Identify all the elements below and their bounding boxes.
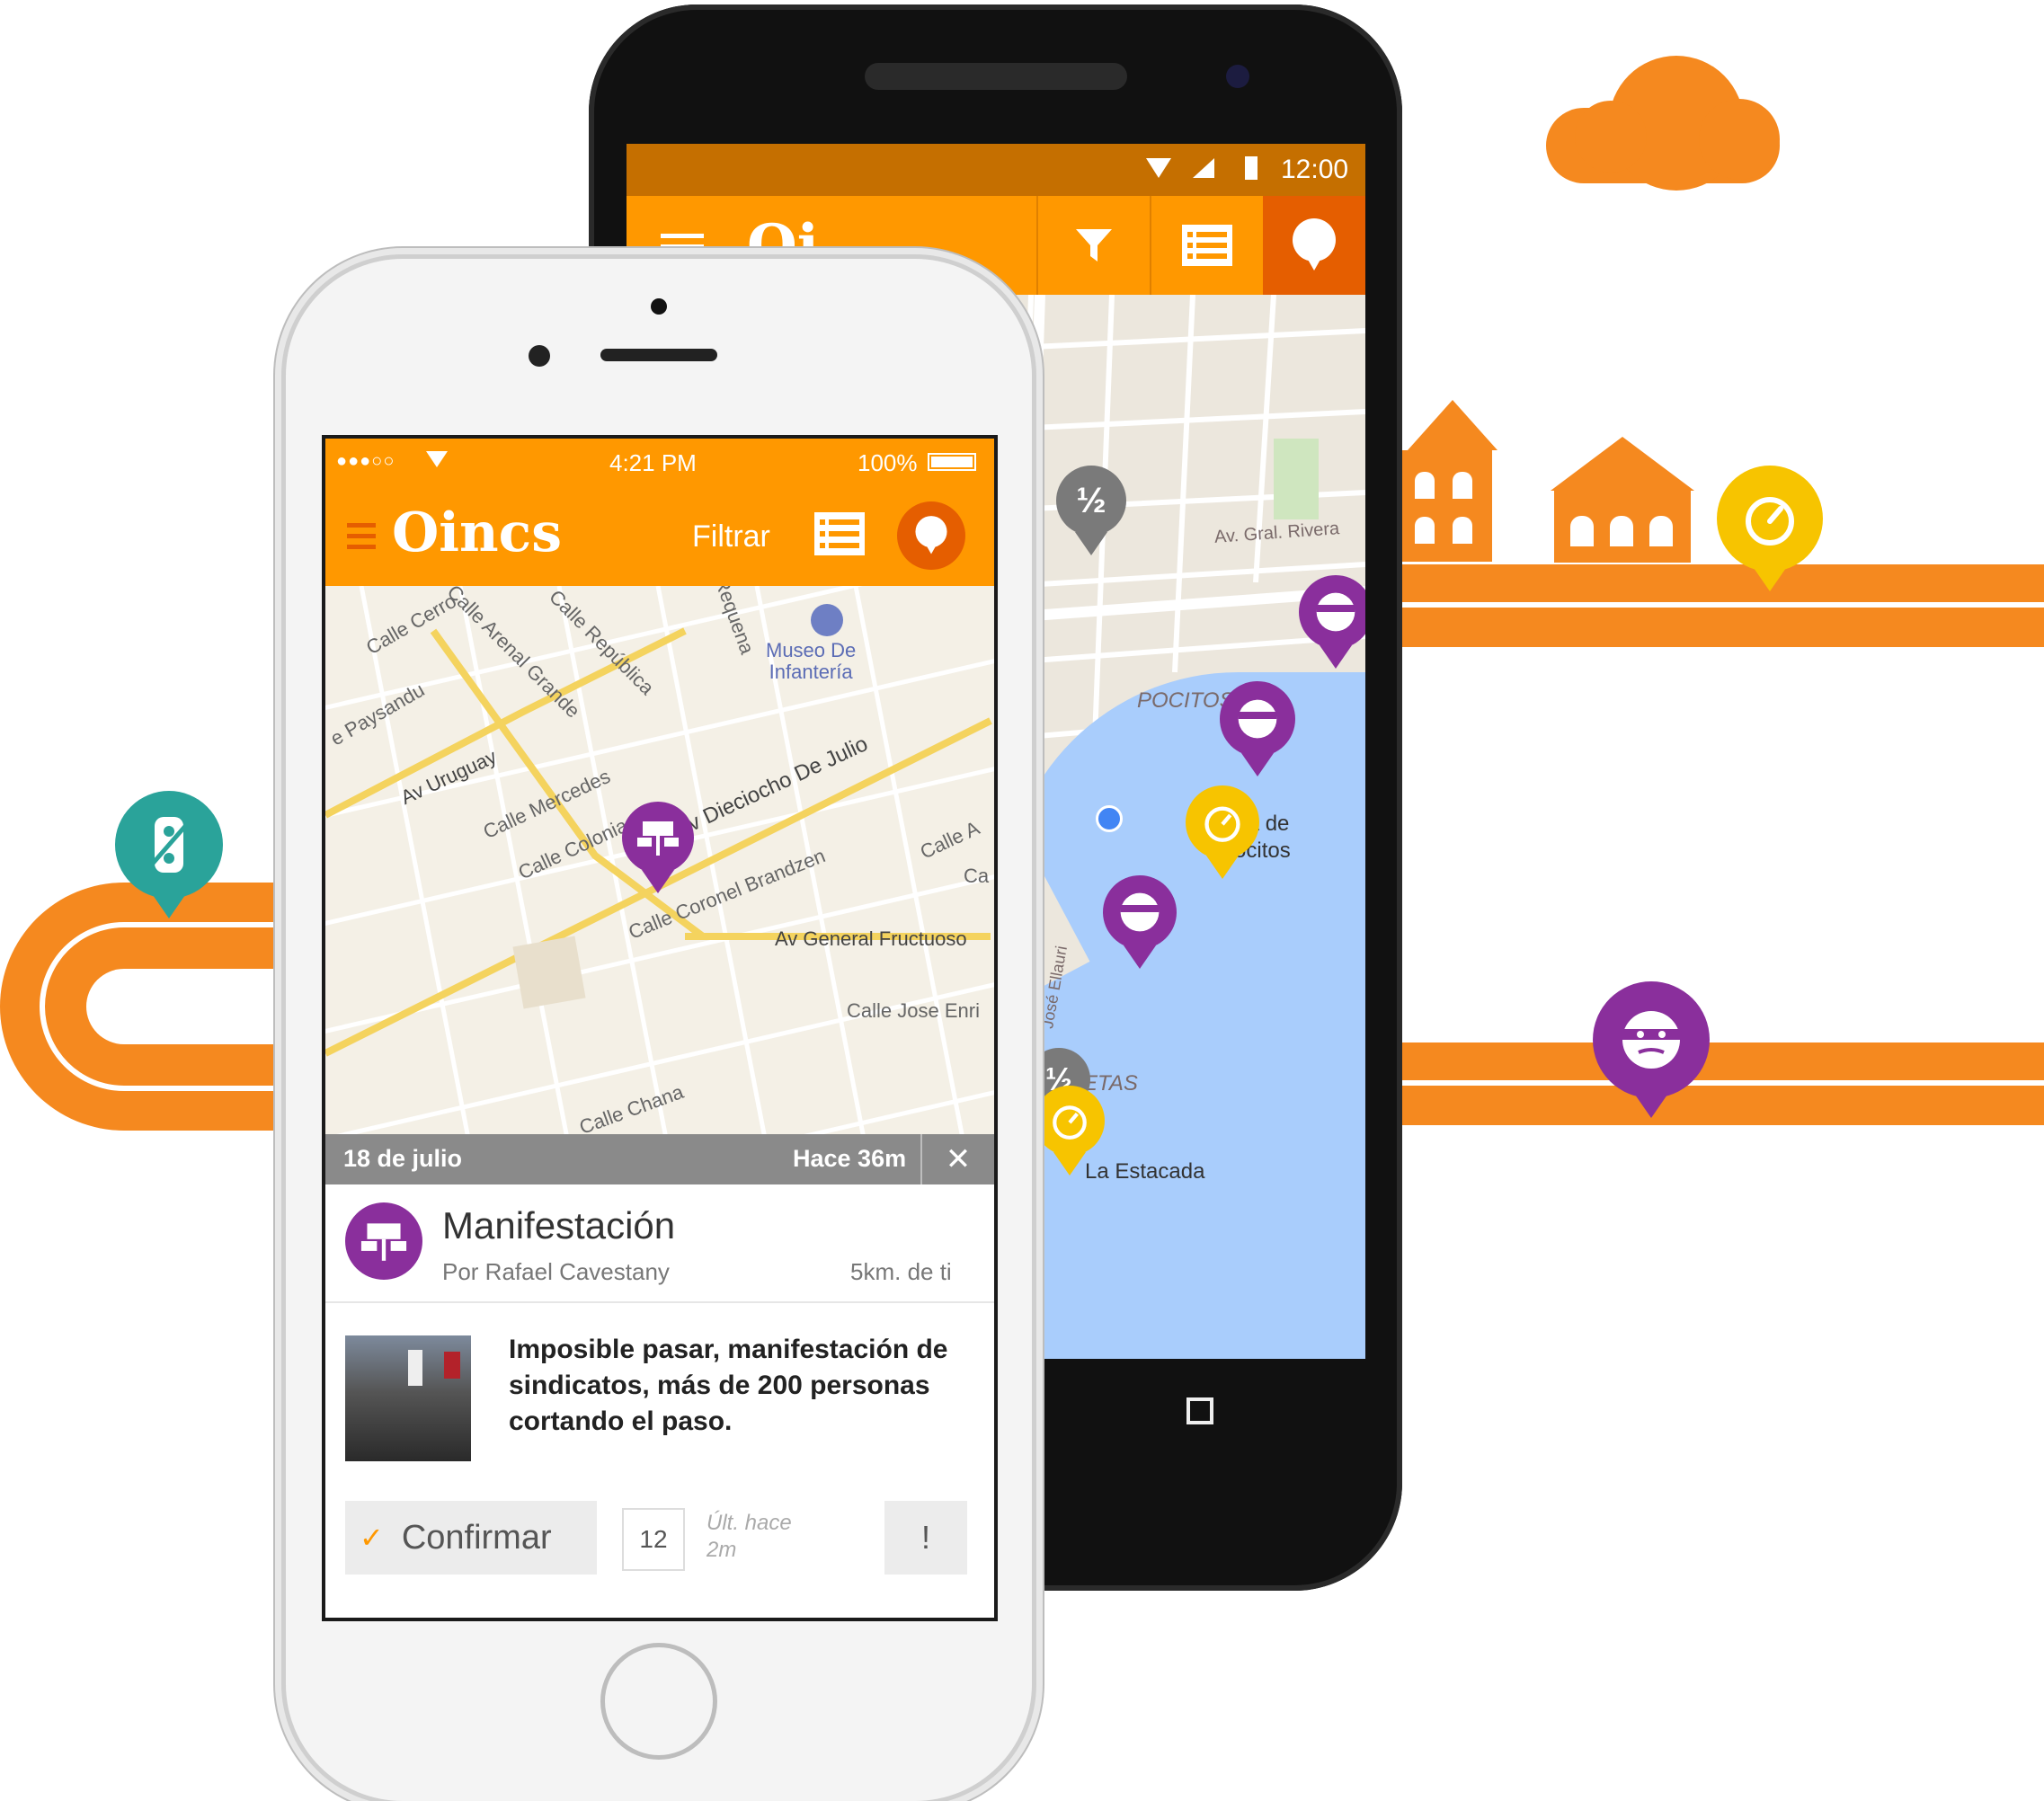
event-ago: Hace 36m: [793, 1145, 907, 1172]
iphone-front-camera-dot: [651, 298, 667, 315]
event-distance: 5km. de ti: [850, 1258, 952, 1285]
android-status-time: 12:00: [1281, 155, 1349, 184]
close-icon[interactable]: ✕: [922, 1134, 994, 1184]
signal-icon: [1193, 158, 1214, 178]
confirm-count: 12: [622, 1508, 685, 1571]
filter-icon: [1076, 229, 1112, 262]
event-description: Imposible pasar, manifestación de sindic…: [509, 1335, 948, 1436]
current-location-dot: [1096, 805, 1123, 832]
list-icon: [814, 512, 865, 555]
confirm-button[interactable]: ✓ Confirmar: [345, 1501, 597, 1575]
iphone-speaker: [600, 349, 717, 361]
check-icon: ✓: [360, 1522, 384, 1554]
last-confirmed: Últ. hace 2m: [707, 1511, 792, 1562]
iphone-logo: Oincs: [392, 501, 562, 564]
android-label-pocitos: POCITOS: [1137, 688, 1234, 713]
android-status-bar: 12:00: [627, 144, 1365, 196]
battery-icon: [928, 453, 976, 471]
event-title: Manifestación: [442, 1204, 676, 1247]
android-menu-icon[interactable]: [661, 234, 704, 261]
android-filter-button[interactable]: [1038, 196, 1150, 295]
battery-percent: 100%: [858, 449, 918, 476]
thief-icon: [1238, 699, 1277, 739]
android-camera: [1226, 65, 1249, 88]
iphone-status-bar: ●●●○○ 4:21 PM 100%: [325, 439, 994, 487]
decor-house-wide: [1551, 437, 1694, 563]
thief-pin-3[interactable]: [1103, 875, 1177, 969]
list-icon: [1182, 225, 1232, 266]
protest-sign-icon: [637, 821, 679, 856]
android-list-button[interactable]: [1151, 196, 1263, 295]
signal-dots: ●●●○○: [336, 451, 395, 471]
speed-pin-outside: [1717, 466, 1823, 591]
speed-pin-2[interactable]: [1035, 1086, 1105, 1176]
street-jose: Calle Jose Enri: [847, 999, 980, 1022]
android-recents-button[interactable]: [1186, 1397, 1213, 1424]
event-header-bar: 18 de julio Hace 36m ✕: [325, 1134, 994, 1184]
museum-label: Museo De Infantería: [766, 639, 857, 683]
report-false-button[interactable]: !: [884, 1501, 967, 1575]
battery-icon: [1245, 156, 1258, 180]
iphone-screen: ●●●○○ 4:21 PM 100% Oincs Filtrar Calle C…: [322, 435, 998, 1621]
protest-icon-badge: [345, 1202, 422, 1280]
speedometer-icon: [1053, 1105, 1087, 1140]
thief-icon: [1316, 592, 1355, 632]
decor-house-tall: [1402, 400, 1497, 562]
thief-pin-outside: [1593, 981, 1710, 1118]
street-ca: Ca: [964, 865, 990, 887]
filter-button[interactable]: Filtrar: [692, 519, 770, 554]
traffic-light-pin-outside: [115, 791, 223, 918]
protest-sign-icon: [360, 1223, 407, 1261]
iphone-status-time: 4:21 PM: [609, 449, 697, 476]
speedometer-icon: [1746, 497, 1794, 546]
iphone-nav-bar: Oincs Filtrar: [325, 487, 994, 586]
android-label-estacada: La Estacada: [1085, 1159, 1205, 1184]
thief-icon: [1622, 1011, 1680, 1069]
speedometer-icon: [1204, 806, 1240, 842]
android-speaker: [865, 63, 1127, 90]
thief-pin-1[interactable]: [1299, 575, 1365, 669]
iphone-map[interactable]: Calle Cerro Calle Arenal Grande Calle Re…: [325, 586, 994, 1143]
museum-icon: [811, 604, 843, 636]
half-pin-1[interactable]: ½: [1056, 466, 1126, 555]
event-photo: [345, 1335, 471, 1461]
event-card: .pin[data-name="protest-icon-badge"]::af…: [325, 1184, 994, 1618]
speech-pin-icon: [1293, 218, 1336, 271]
wifi-icon: [1146, 158, 1171, 178]
iphone-camera: [529, 345, 550, 367]
event-author: Por Rafael Cavestany: [442, 1258, 670, 1285]
traffic-light-icon: [149, 817, 189, 873]
iphone-menu-icon[interactable]: [347, 523, 376, 550]
wifi-icon: [426, 451, 448, 467]
speech-pin-icon: [915, 516, 947, 554]
android-report-button[interactable]: [1263, 196, 1365, 295]
thief-icon: [1120, 892, 1160, 932]
iphone-report-button[interactable]: [897, 501, 965, 570]
event-date: 18 de julio: [343, 1145, 463, 1172]
street-fructuoso: Av General Fructuoso: [775, 927, 967, 950]
speed-pin-1[interactable]: [1186, 785, 1259, 879]
protest-pin-map[interactable]: [622, 802, 694, 893]
confirm-label: Confirmar: [401, 1518, 552, 1557]
thief-pin-2[interactable]: [1220, 681, 1295, 776]
iphone-home-button[interactable]: [600, 1643, 717, 1760]
iphone-list-button[interactable]: [814, 512, 865, 555]
